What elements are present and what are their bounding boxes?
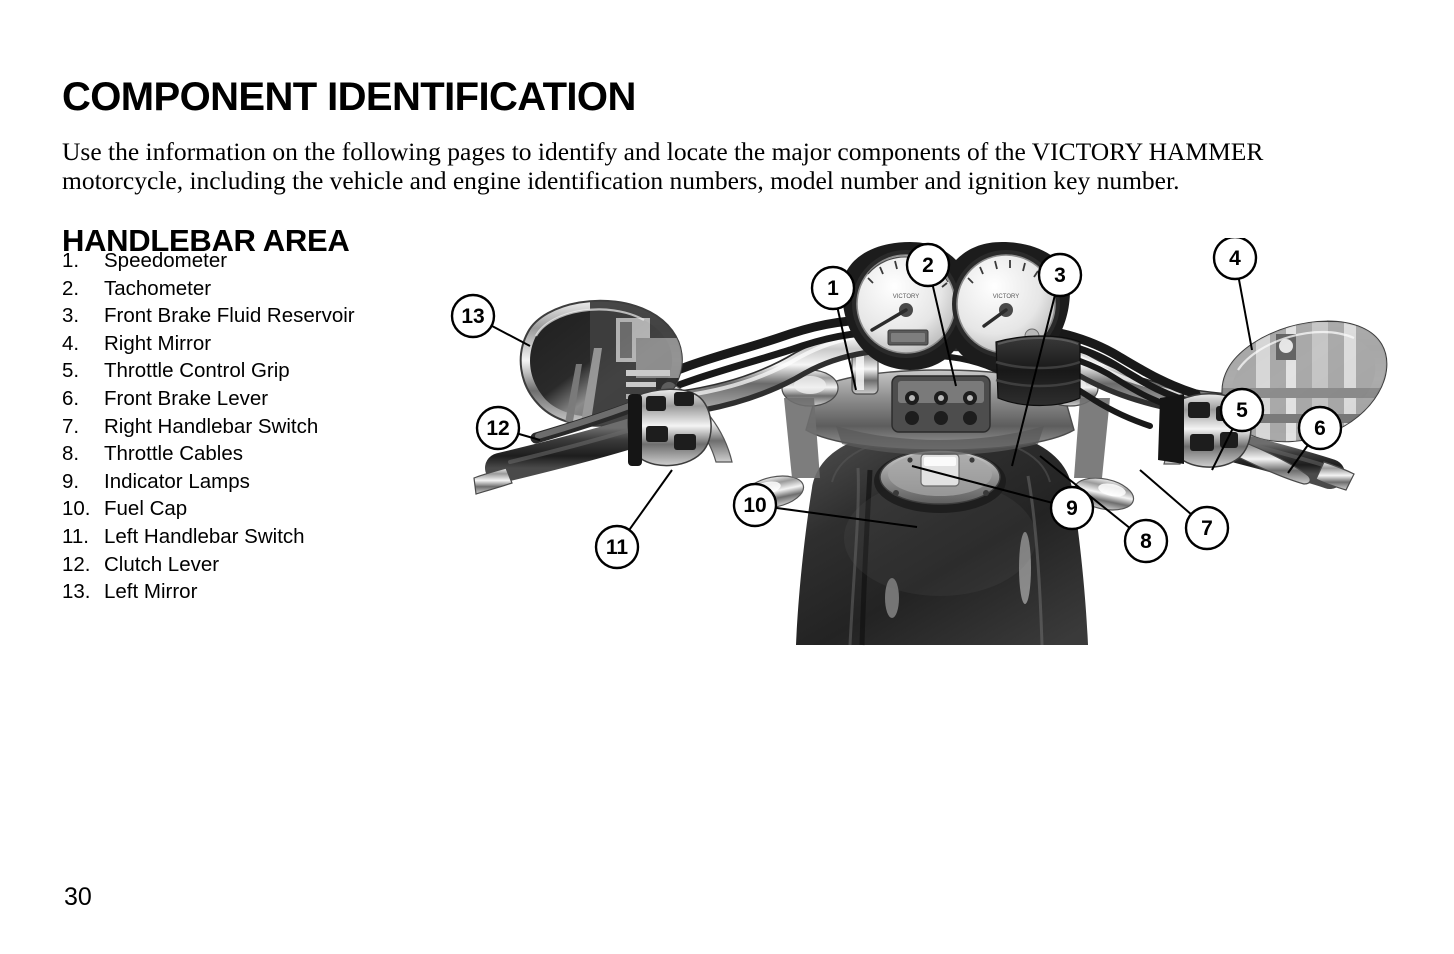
list-item-number: 1. xyxy=(62,249,80,272)
list-item-label: Fuel Cap xyxy=(104,497,188,521)
list-item-label: Right Mirror xyxy=(104,331,212,355)
callout-number: 9 xyxy=(1066,497,1078,520)
callout-number: 3 xyxy=(1054,264,1066,287)
list-item: 10. Fuel Cap xyxy=(62,495,442,523)
list-item: 11. Left Handlebar Switch xyxy=(62,523,442,551)
list-item: 12. Clutch Lever xyxy=(62,551,442,579)
list-item: 4. Right Mirror xyxy=(62,330,442,358)
list-item-number: 7. xyxy=(62,414,80,438)
callout-number: 2 xyxy=(922,254,934,277)
list-item: 13. Left Mirror xyxy=(62,578,442,606)
list-item-label: Throttle Control Grip xyxy=(104,359,290,383)
list-item-number: 11. xyxy=(62,524,89,548)
indicator-lamps xyxy=(891,375,991,433)
list-item-label: Tachometer xyxy=(104,276,212,300)
list-item-label: Throttle Cables xyxy=(104,442,244,466)
list-item: 9. Indicator Lamps xyxy=(62,468,442,496)
callout-number: 4 xyxy=(1229,247,1241,270)
list-item-label: Front Brake Fluid Reservoir xyxy=(104,304,355,328)
callout-number: 5 xyxy=(1236,399,1248,422)
list-item: 6. Front Brake Lever xyxy=(62,385,442,413)
list-item-number: 8. xyxy=(62,442,80,466)
list-item-number: 3. xyxy=(62,304,80,328)
list-item: 2. Tachometer xyxy=(62,275,442,303)
list-item-number: 6. xyxy=(62,386,80,410)
list-item-label: Clutch Lever xyxy=(104,552,220,576)
list-item-number: 12. xyxy=(62,552,91,576)
callout-number: 11 xyxy=(606,536,629,559)
svg-text:VICTORY: VICTORY xyxy=(993,294,1019,300)
list-item: 7. Right Handlebar Switch xyxy=(62,413,442,441)
handlebar-photo: VICTORY VICTORY 12 345678910111213 xyxy=(440,238,1454,658)
list-item: 5. Throttle Control Grip xyxy=(62,357,442,385)
list-item: 8. Throttle Cables xyxy=(62,440,442,468)
callout-number: 6 xyxy=(1314,417,1326,440)
list-item: 1. Speedometer xyxy=(62,247,442,275)
fuel-cap xyxy=(874,449,1006,513)
callout-number: 1 xyxy=(827,277,839,300)
callout-number: 8 xyxy=(1140,530,1152,553)
handlebar-figure: VICTORY VICTORY 1 2 3 4 5 6 7 8 9 10 11 … xyxy=(440,238,1454,658)
list-item-number: 9. xyxy=(62,469,80,493)
component-list: 1. Speedometer 2. Tachometer 3. Front Brake F… xyxy=(62,247,442,606)
intro-paragraph: Use the information on the following pag… xyxy=(62,136,1264,195)
list-item-label: Left Mirror xyxy=(104,580,198,604)
list-item-number: 13. xyxy=(62,580,91,604)
list-item-label: Left Handlebar Switch xyxy=(104,524,305,548)
callout-number: 7 xyxy=(1201,517,1213,540)
svg-text:VICTORY: VICTORY xyxy=(893,294,919,300)
callout-number: 10 xyxy=(743,494,766,517)
list-item: 3. Front Brake Fluid Reservoir xyxy=(62,302,442,330)
callout-number: 13 xyxy=(461,305,484,328)
brake-fluid-reservoir xyxy=(995,335,1081,407)
list-item-label: Right Handlebar Switch xyxy=(104,414,319,438)
list-item-label: Speedometer xyxy=(104,249,228,272)
callout-number: 12 xyxy=(486,417,509,440)
list-item-number: 4. xyxy=(62,331,80,355)
list-item-label: Indicator Lamps xyxy=(104,469,250,493)
list-item-label: Front Brake Lever xyxy=(104,386,269,410)
list-item-number: 2. xyxy=(62,276,80,300)
manual-page: COMPONENT IDENTIFICATION Use the informa… xyxy=(0,0,1454,954)
page-title: COMPONENT IDENTIFICATION xyxy=(62,74,636,119)
list-item-number: 5. xyxy=(62,359,80,383)
list-item-number: 10. xyxy=(62,497,91,521)
page-number: 30 xyxy=(64,883,92,911)
